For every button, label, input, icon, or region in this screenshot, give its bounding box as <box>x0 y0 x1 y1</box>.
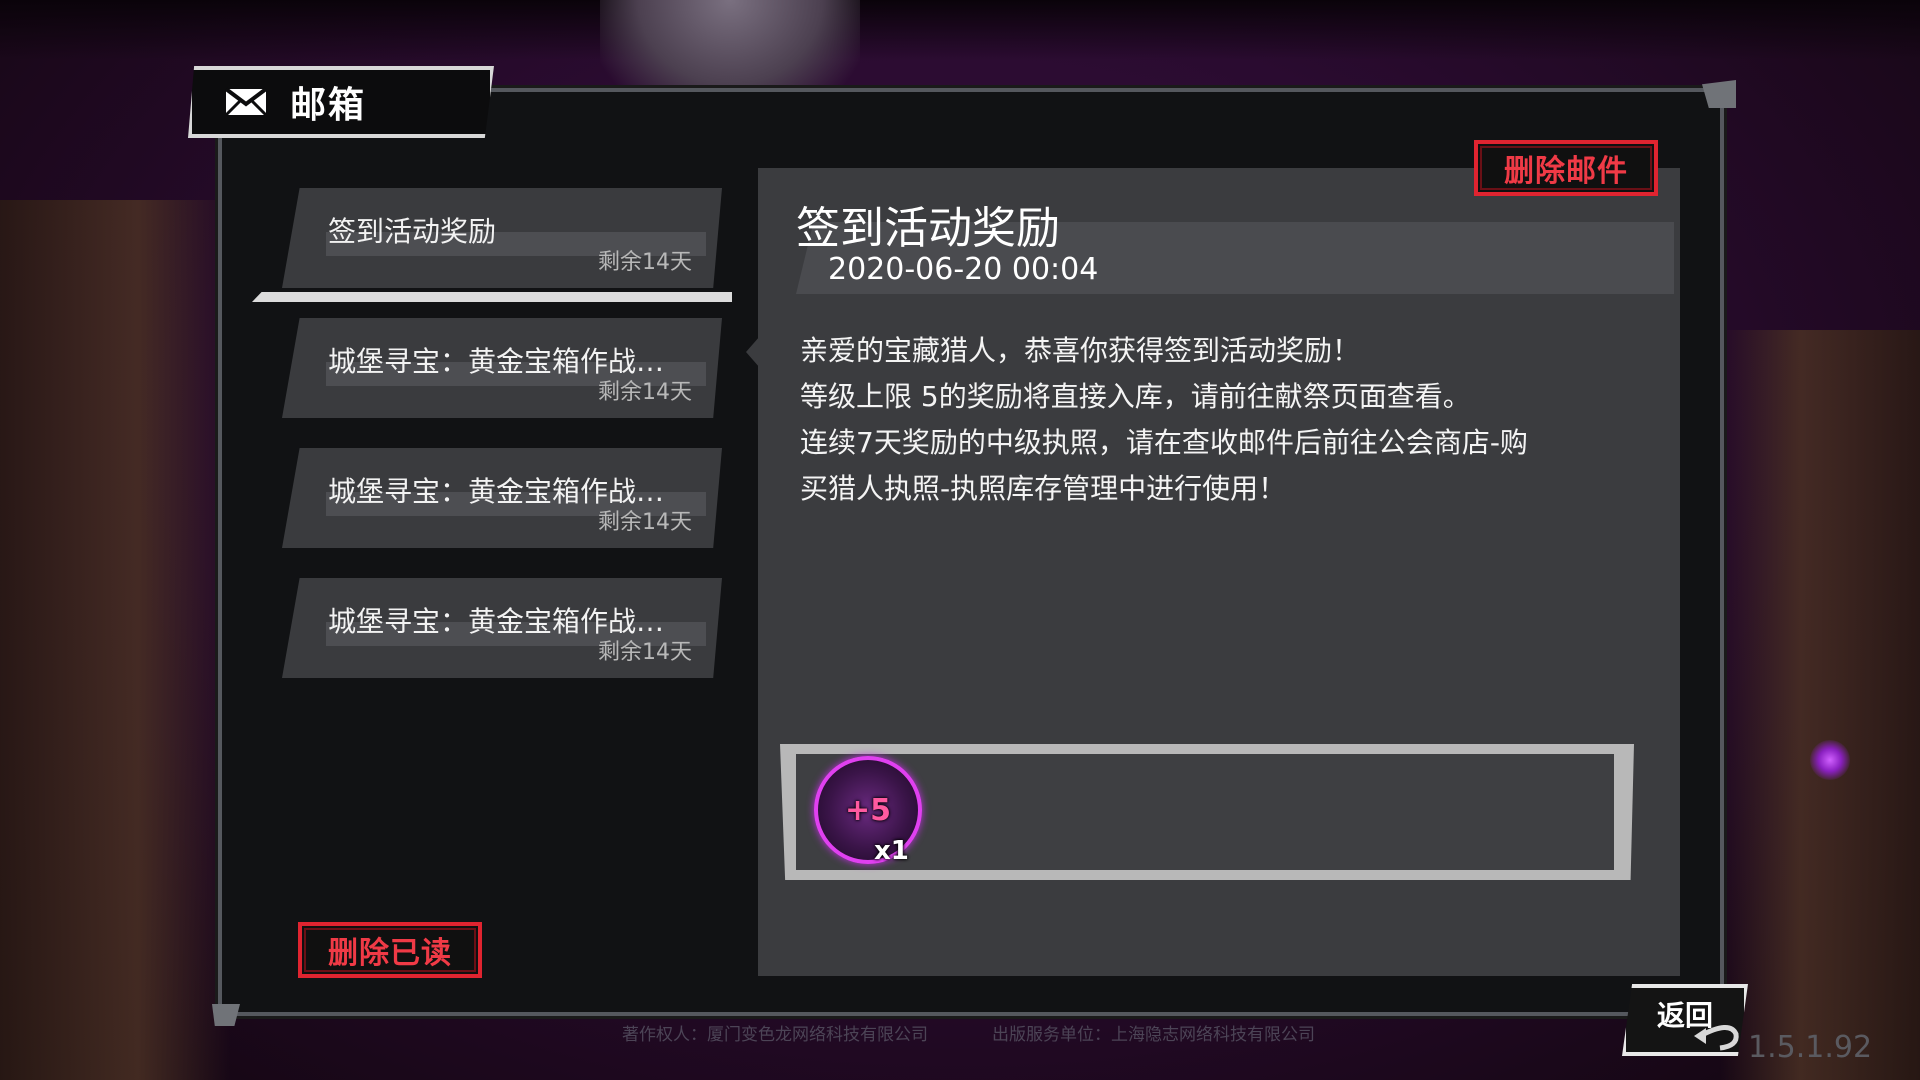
delete-mail-button[interactable]: 删除邮件 <box>1474 140 1658 196</box>
mail-envelope-icon <box>224 87 268 117</box>
mailbox-title: 邮箱 <box>290 85 367 126</box>
mail-item-days-left: 剩余14天 <box>598 510 692 535</box>
selected-indicator <box>252 292 732 302</box>
mailbox-title-tab: 邮箱 <box>188 66 494 138</box>
mail-detail-body: 亲爱的宝藏猎人，恭喜你获得签到活动奖励！ 等级上限 5的奖励将直接入库，请前往献… <box>800 328 1620 512</box>
attachment-count: x1 <box>874 836 909 866</box>
mail-item-days-left: 剩余14天 <box>598 380 692 405</box>
mail-detail-date: 2020-06-20 00:04 <box>828 252 1099 287</box>
mail-body-line: 等级上限 5的奖励将直接入库，请前往献祭页面查看。 <box>800 380 1471 413</box>
mail-item-title: 签到活动奖励 <box>328 215 497 248</box>
mail-item-days-left: 剩余14天 <box>598 640 692 665</box>
mail-list-item[interactable]: 签到活动奖励 剩余14天 <box>252 188 732 302</box>
mail-item-days-left: 剩余14天 <box>598 250 692 275</box>
detail-pointer <box>746 336 760 368</box>
panel-corner-bracket <box>212 1004 240 1026</box>
mail-body-line: 买猎人执照-执照库存管理中进行使用！ <box>800 472 1287 505</box>
mail-body-line: 亲爱的宝藏猎人，恭喜你获得签到活动奖励！ <box>800 334 1361 367</box>
return-arrow-icon <box>1694 1025 1739 1051</box>
delete-read-button[interactable]: 删除已读 <box>298 922 482 978</box>
publisher-text: 出版服务单位：上海隐志网络科技有限公司 <box>992 1025 1315 1045</box>
background-glowing-eye <box>1810 740 1850 780</box>
mail-detail-title: 签到活动奖励 <box>796 203 1060 254</box>
mail-list-item[interactable]: 城堡寻宝：黄金宝箱作战… 剩余14天 <box>282 578 722 678</box>
mail-body-line: 连续7天奖励的中级执照，请在查收邮件后前往公会商店-购 <box>800 426 1528 459</box>
background-top-shadow <box>0 0 1920 60</box>
mail-list-item[interactable]: 城堡寻宝：黄金宝箱作战… 剩余14天 <box>282 448 722 548</box>
background-tree-monster-left <box>0 200 230 1080</box>
mail-list-item[interactable]: 城堡寻宝：黄金宝箱作战… 剩余14天 <box>282 318 722 418</box>
version-number: 1.5.1.92 <box>1748 1030 1873 1065</box>
background-tree-monster-right <box>1720 330 1920 1080</box>
copyright-owner: 著作权人：厦门变色龙网络科技有限公司 <box>622 1025 928 1045</box>
